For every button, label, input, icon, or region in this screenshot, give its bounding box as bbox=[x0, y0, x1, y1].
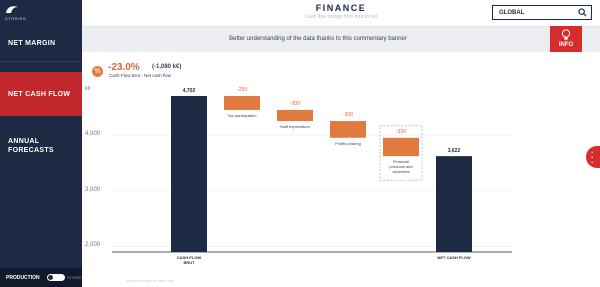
step-bar[interactable] bbox=[224, 96, 260, 110]
step-category-label: Profits sharing bbox=[335, 140, 361, 146]
x-axis-label: NET CASH FLOW bbox=[437, 255, 471, 260]
brand-name: STORIES bbox=[5, 16, 26, 21]
step-value-label: -330 bbox=[395, 128, 406, 135]
toggle-knob bbox=[48, 275, 53, 280]
mode-toggle[interactable] bbox=[47, 274, 65, 281]
waterfall-chart bbox=[112, 96, 512, 253]
sidebar-item-label: NET CASH FLOW bbox=[8, 90, 71, 98]
bar-value-label: 3,622 bbox=[447, 148, 461, 155]
search-icon[interactable] bbox=[578, 8, 587, 17]
search-value: GLOBAL bbox=[499, 9, 525, 16]
sidebar-item-label: NET MARGIN bbox=[8, 40, 56, 47]
step-value-label: -300 bbox=[342, 112, 353, 119]
bottom-note: Waterfall chart of cash flow bbox=[126, 278, 174, 283]
production-label: PRODUCTION bbox=[6, 275, 40, 281]
sidebar-item-net-cash-flow[interactable]: NET CASH FLOW bbox=[0, 72, 82, 116]
step-value-label: -200 bbox=[289, 100, 300, 107]
total-bar[interactable] bbox=[171, 96, 207, 252]
step-bar[interactable] bbox=[277, 109, 313, 122]
step-category-label: Tax participation bbox=[227, 112, 257, 118]
x-axis-label: CASH-FLOW BRUT bbox=[176, 255, 202, 265]
main-content: Better understanding of the data thanks … bbox=[82, 26, 600, 287]
step-category-label: Staff expenditure bbox=[279, 124, 311, 130]
step-category-label: Financial products and expenses bbox=[389, 159, 413, 175]
bar-value-label: 4,702 bbox=[182, 88, 196, 95]
step-value-label: -250 bbox=[236, 87, 247, 94]
sidebar-item-label: ANNUAL FORECASTS bbox=[8, 138, 54, 154]
step-bar[interactable] bbox=[383, 137, 419, 157]
sidebar-item-annual-forecasts[interactable]: ANNUAL FORECASTS bbox=[0, 122, 82, 170]
total-bar[interactable] bbox=[436, 156, 472, 252]
app-logo[interactable]: STORIES bbox=[0, 0, 82, 26]
bird-logo-icon bbox=[6, 6, 18, 13]
step-bar[interactable] bbox=[330, 121, 366, 138]
search-input[interactable]: GLOBAL bbox=[492, 5, 592, 20]
sidebar-footer: PRODUCTION STORIES bbox=[0, 268, 85, 287]
header: FINANCE Cash flow bridge from brut to ne… bbox=[82, 0, 600, 26]
sidebar-item-net-margin[interactable]: NET MARGIN bbox=[0, 26, 82, 62]
